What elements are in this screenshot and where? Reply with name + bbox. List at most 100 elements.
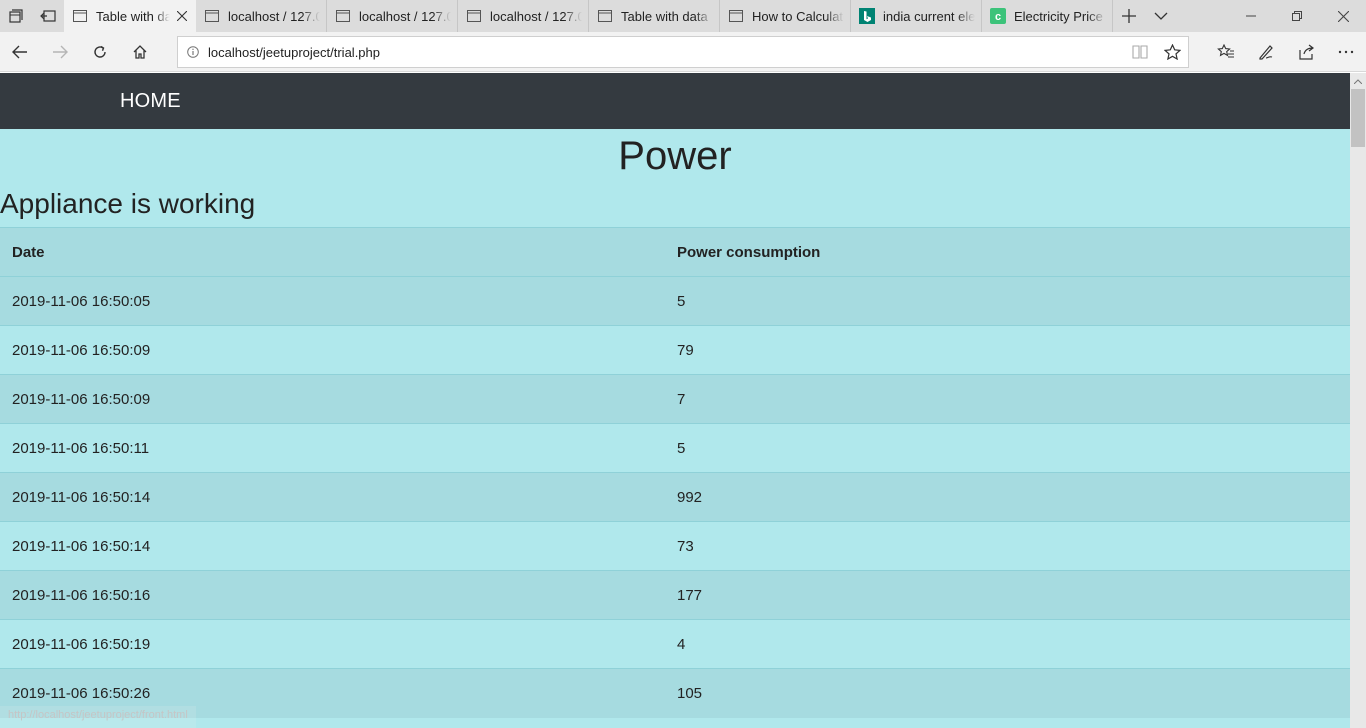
tab-strip: Table with data localhost / 127.0.0.1 loca… — [0, 0, 1366, 32]
site-info-icon[interactable] — [178, 46, 208, 58]
cell-date: 2019-11-06 16:50:19 — [0, 619, 665, 669]
browser-tab[interactable]: india current electricity — [851, 0, 982, 32]
refresh-icon — [94, 45, 106, 58]
browser-tab[interactable]: c Electricity Price — [982, 0, 1113, 32]
vertical-scrollbar[interactable] — [1350, 73, 1366, 728]
restore-button[interactable] — [1274, 0, 1320, 32]
appliance-status: Appliance is working — [0, 188, 256, 219]
cell-date: 2019-11-06 16:50:14 — [0, 472, 665, 522]
refresh-button[interactable] — [80, 32, 120, 72]
reading-view-button[interactable] — [1124, 37, 1156, 67]
share-icon — [1299, 44, 1314, 60]
close-window-button[interactable] — [1320, 0, 1366, 32]
share-button[interactable] — [1286, 32, 1326, 72]
chevron-down-icon — [1154, 12, 1168, 20]
header-date: Date — [0, 227, 665, 277]
set-tabs-aside-icon — [40, 10, 56, 22]
cell-date: 2019-11-06 16:50:09 — [0, 325, 665, 375]
cell-power-consumption: 992 — [665, 472, 1350, 522]
browser-tab[interactable]: Table with data — [589, 0, 720, 32]
cell-date: 2019-11-06 16:50:05 — [0, 276, 665, 326]
home-icon — [133, 44, 147, 59]
tab-title: india current electricity — [883, 8, 975, 24]
header-power-consumption: Power consumption — [665, 227, 1350, 277]
scroll-up-icon[interactable] — [1350, 73, 1366, 89]
page-icon — [466, 8, 482, 24]
tab-title: Electricity Price — [1014, 8, 1103, 24]
more-button[interactable] — [1326, 32, 1366, 72]
page-viewport: HOME Power Appliance is working Date Pow… — [0, 73, 1350, 728]
tab-preview-icon — [9, 9, 23, 23]
nav-home-link[interactable]: HOME — [120, 90, 181, 113]
scroll-thumb[interactable] — [1351, 89, 1365, 147]
table-header-row: Date Power consumption — [0, 227, 1350, 277]
browser-tab[interactable]: localhost / 127.0.0.1 — [458, 0, 589, 32]
bing-icon — [859, 8, 875, 24]
cell-power-consumption: 105 — [665, 668, 1350, 718]
cell-date: 2019-11-06 16:50:16 — [0, 570, 665, 620]
tab-title: How to Calculate — [752, 8, 844, 24]
table-row: 2019-11-06 16:50:11 5 — [0, 423, 1350, 473]
restore-icon — [1292, 11, 1302, 21]
url-text[interactable]: localhost/jeetuproject/trial.php — [208, 45, 1124, 60]
page-icon — [335, 8, 351, 24]
cell-power-consumption: 5 — [665, 276, 1350, 326]
tab-preview-button[interactable] — [0, 0, 32, 32]
table-row: 2019-11-06 16:50:05 5 — [0, 276, 1350, 326]
arrow-right-icon — [53, 45, 68, 58]
cell-power-consumption: 4 — [665, 619, 1350, 669]
cell-power-consumption: 5 — [665, 423, 1350, 473]
table-row: 2019-11-06 16:50:14 992 — [0, 472, 1350, 522]
plus-icon — [1122, 9, 1136, 23]
page-icon — [728, 8, 744, 24]
favorites-hub-button[interactable] — [1206, 32, 1246, 72]
cell-power-consumption: 7 — [665, 374, 1350, 424]
site-navbar: HOME — [0, 73, 1350, 129]
close-tab-icon[interactable] — [174, 8, 190, 24]
svg-text:c: c — [995, 11, 1001, 23]
page-icon — [72, 8, 88, 24]
favorites-list-icon — [1217, 44, 1234, 58]
tab-title: Table with data — [621, 8, 708, 24]
close-icon — [1337, 10, 1349, 22]
arrow-left-icon — [12, 45, 27, 58]
cell-date: 2019-11-06 16:50:09 — [0, 374, 665, 424]
table-row: 2019-11-06 16:50:19 4 — [0, 619, 1350, 669]
browser-tab[interactable]: How to Calculate — [720, 0, 851, 32]
cell-power-consumption: 79 — [665, 325, 1350, 375]
browser-tab[interactable]: Table with data — [64, 0, 196, 32]
favorite-button[interactable] — [1156, 37, 1188, 67]
table-row: 2019-11-06 16:50:09 79 — [0, 325, 1350, 375]
star-icon — [1163, 44, 1181, 60]
page-icon — [204, 8, 220, 24]
back-button[interactable] — [0, 32, 40, 72]
tab-title: localhost / 127.0.0.1 — [359, 8, 451, 24]
browser-tab[interactable]: localhost / 127.0.0.1 — [327, 0, 458, 32]
page-icon — [597, 8, 613, 24]
reading-view-icon — [1132, 45, 1148, 59]
pen-icon — [1259, 45, 1273, 60]
new-tab-button[interactable] — [1113, 0, 1145, 32]
c-favicon-icon: c — [990, 8, 1006, 24]
power-table: Date Power consumption 2019-11-06 16:50:… — [0, 227, 1350, 718]
table-row: 2019-11-06 16:50:26 105 — [0, 668, 1350, 718]
cell-power-consumption: 73 — [665, 521, 1350, 571]
page-title: Power — [618, 134, 732, 178]
tab-title: localhost / 127.0.0.1 — [228, 8, 320, 24]
add-notes-button[interactable] — [1246, 32, 1286, 72]
show-tabs-button[interactable] — [1145, 0, 1177, 32]
table-row: 2019-11-06 16:50:16 177 — [0, 570, 1350, 620]
navigation-toolbar: localhost/jeetuproject/trial.php — [0, 32, 1366, 72]
tab-title: Table with data — [96, 8, 170, 24]
address-bar[interactable]: localhost/jeetuproject/trial.php — [177, 36, 1189, 68]
tab-title: localhost / 127.0.0.1 — [490, 8, 582, 24]
table-row: 2019-11-06 16:50:14 73 — [0, 521, 1350, 571]
minimize-button[interactable] — [1228, 0, 1274, 32]
forward-button[interactable] — [40, 32, 80, 72]
more-icon — [1338, 50, 1354, 54]
set-tabs-aside-button[interactable] — [32, 0, 64, 32]
status-bar-url: http://localhost/jeetuproject/front.html — [0, 706, 196, 728]
browser-tab[interactable]: localhost / 127.0.0.1 — [196, 0, 327, 32]
minimize-icon — [1246, 15, 1256, 17]
home-button[interactable] — [120, 32, 160, 72]
